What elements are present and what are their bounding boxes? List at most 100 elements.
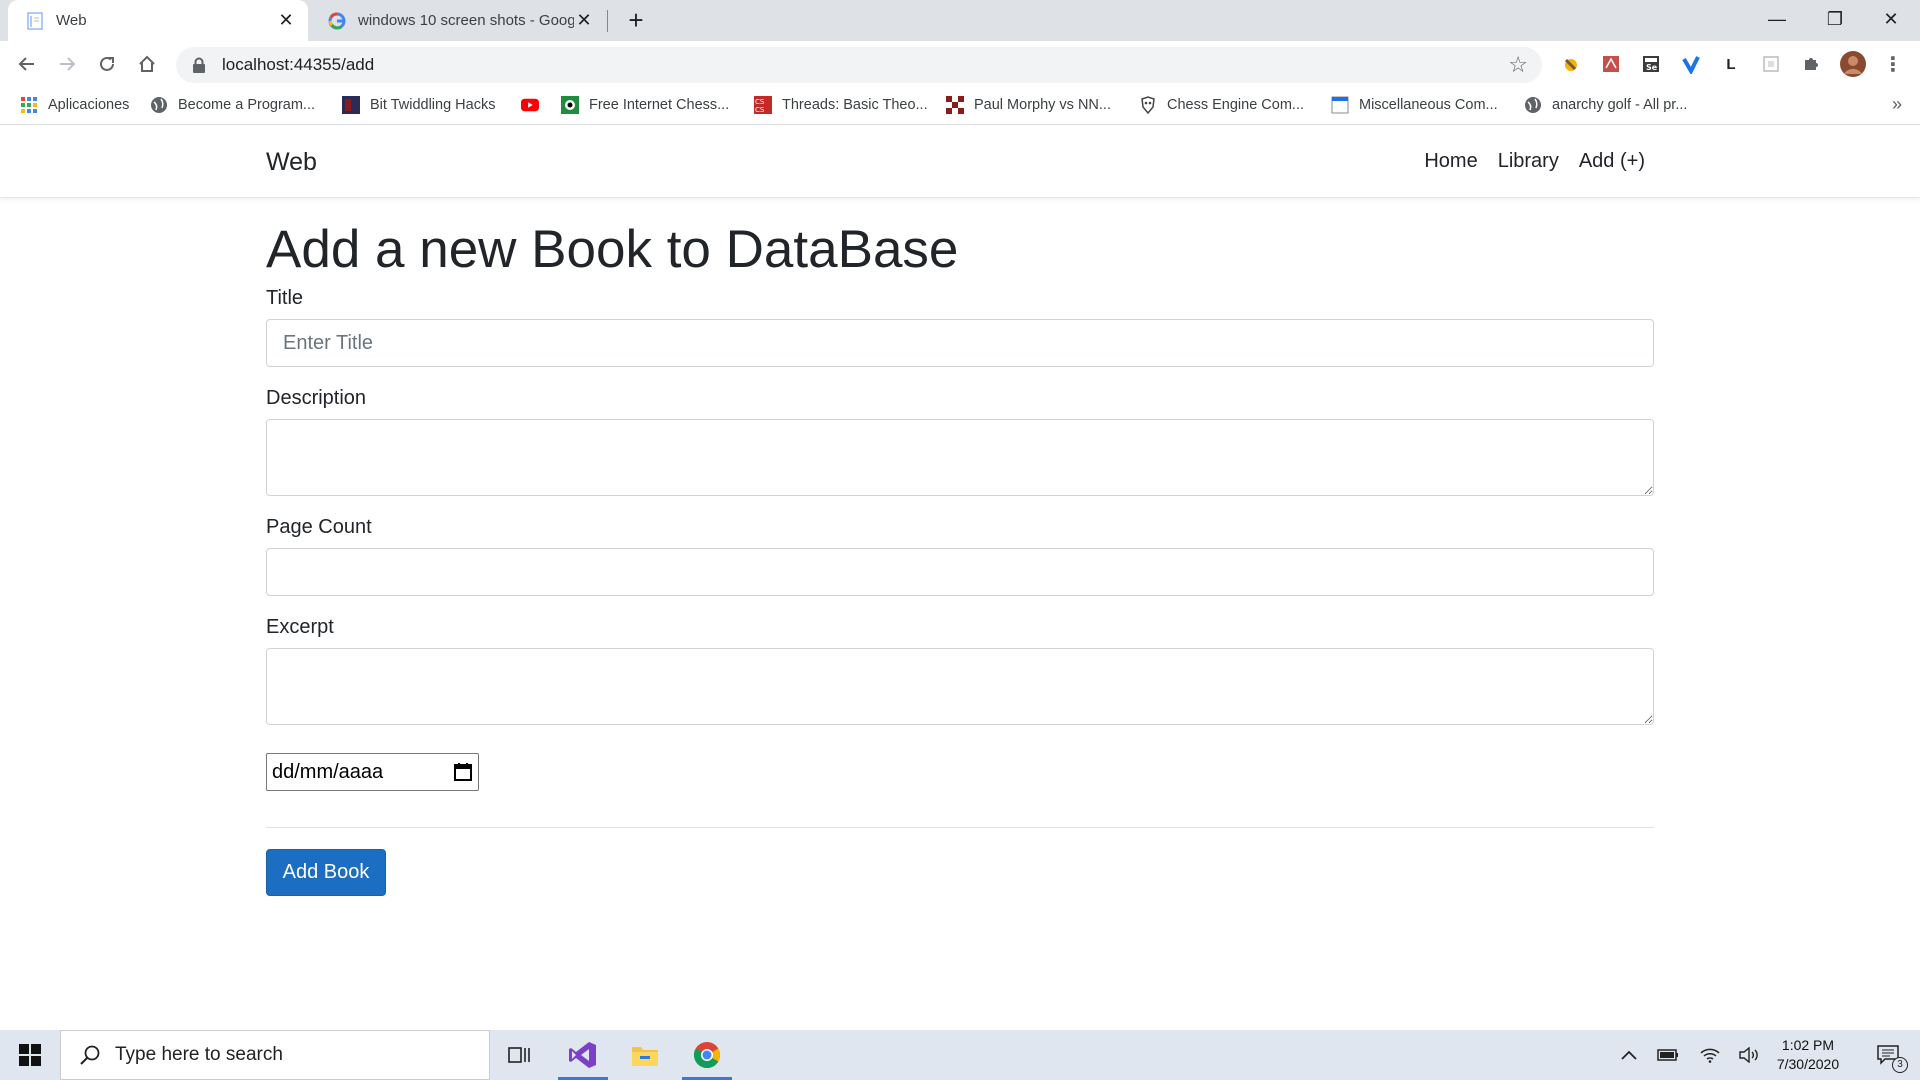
profile-avatar[interactable] [1838, 49, 1868, 79]
visual-studio-icon [569, 1042, 596, 1068]
taskbar-file-explorer[interactable] [616, 1030, 674, 1080]
extension-selenium-icon[interactable]: Se [1638, 51, 1664, 77]
folder-icon [632, 1047, 658, 1066]
bookmark-youtube[interactable] [521, 88, 549, 122]
publish-date-input[interactable]: dd/mm/aaaa [266, 753, 479, 791]
cs-favicon: CS CS [754, 96, 772, 114]
chessboard-icon [946, 96, 964, 114]
volume-icon[interactable] [1737, 1043, 1763, 1067]
bookmark-star-icon[interactable]: ☆ [1508, 54, 1528, 76]
restore-button[interactable]: ❐ [1806, 0, 1864, 38]
bookmark-bit-twiddling[interactable]: Bit Twiddling Hacks [342, 88, 495, 122]
wifi-icon[interactable] [1697, 1043, 1723, 1067]
nav-add-link[interactable]: Add (+) [1579, 150, 1645, 173]
excerpt-label: Excerpt [266, 616, 334, 638]
taskbar-visual-studio[interactable] [554, 1030, 612, 1080]
description-label: Description [266, 387, 367, 409]
back-button[interactable] [12, 49, 42, 79]
minimize-button[interactable]: — [1748, 0, 1806, 38]
bookmark-label: Paul Morphy vs NN... [974, 97, 1111, 113]
bookmarks-overflow-button[interactable]: » [1892, 94, 1902, 115]
menu-dots-icon[interactable]: ⋮ [1880, 51, 1906, 77]
bookmark-apps[interactable]: Aplicaciones [20, 88, 129, 122]
chevron-up-icon[interactable] [1616, 1043, 1642, 1067]
bookmarks-bar: Aplicaciones Become a Program... Bit Twi… [0, 88, 1920, 125]
taskbar-search-box[interactable]: Type here to search [60, 1030, 490, 1080]
title-input[interactable] [266, 319, 1654, 367]
apps-grid-icon [20, 96, 38, 114]
tab-google-search[interactable]: windows 10 screen shots - Googl ✕ [316, 0, 606, 41]
nav-home-link[interactable]: Home [1424, 150, 1477, 173]
bookmark-label: Miscellaneous Com... [1359, 97, 1498, 113]
description-textarea[interactable] [266, 419, 1654, 496]
tab-title: windows 10 screen shots - Googl [358, 12, 574, 29]
extension-brush-icon[interactable] [1558, 51, 1584, 77]
chrome-icon [693, 1042, 721, 1068]
notification-center-button[interactable]: 3 [1868, 1043, 1908, 1073]
bookmark-free-internet-chess[interactable]: Free Internet Chess... [561, 88, 729, 122]
bookmark-label: Aplicaciones [48, 97, 130, 113]
browser-tab-strip: Web ✕ windows 10 screen shots - Googl ✕ … [0, 0, 1920, 41]
close-icon[interactable]: ✕ [276, 10, 296, 31]
task-view-button[interactable] [490, 1030, 548, 1080]
page-favicon [1331, 96, 1349, 114]
taskbar-chrome[interactable] [678, 1030, 736, 1080]
page-icon [26, 11, 44, 30]
close-icon[interactable]: ✕ [574, 10, 594, 31]
engine-favicon [1139, 96, 1157, 114]
bookmark-label: Free Internet Chess... [589, 97, 730, 113]
bookmark-label: anarchy golf - All pr... [1552, 97, 1688, 113]
clock-time: 1:02 PM [1781, 1037, 1835, 1053]
page-count-input[interactable] [266, 548, 1654, 596]
bookmark-label: Chess Engine Com... [1167, 97, 1305, 113]
bookmark-threads[interactable]: CS CS Threads: Basic Theo... [754, 88, 928, 122]
windows-logo-icon [19, 1044, 41, 1066]
search-placeholder: Type here to search [115, 1044, 283, 1065]
extension-pdf-icon[interactable] [1598, 51, 1624, 77]
svg-text:CS: CS [755, 106, 765, 114]
arrow-left-icon [18, 57, 34, 71]
reload-icon [100, 56, 114, 71]
address-bar[interactable]: localhost:44355/add ☆ [176, 47, 1542, 83]
chess-server-icon [561, 96, 579, 114]
search-icon [80, 1045, 100, 1065]
forward-button[interactable] [52, 49, 82, 79]
bookmark-miscellaneous[interactable]: Miscellaneous Com... [1331, 88, 1498, 122]
add-book-button[interactable]: Add Book [266, 849, 386, 896]
close-window-button[interactable]: ✕ [1862, 0, 1920, 38]
google-icon [328, 12, 346, 30]
taskbar-clock[interactable]: 1:02 PM 7/30/2020 [1766, 1036, 1850, 1074]
tab-web[interactable]: Web ✕ [8, 0, 308, 41]
extension-l-icon[interactable]: L [1718, 51, 1744, 77]
bookmark-paul-morphy[interactable]: Paul Morphy vs NN... [946, 88, 1111, 122]
bookmark-label: Become a Program... [178, 97, 315, 113]
bookmark-become-programmer[interactable]: Become a Program... [150, 88, 315, 122]
form-divider [266, 827, 1654, 828]
excerpt-textarea[interactable] [266, 648, 1654, 725]
bookmark-chess-engine[interactable]: Chess Engine Com... [1139, 88, 1304, 122]
globe-icon [1524, 96, 1542, 114]
page-title: Add a new Book to DataBase [266, 220, 959, 279]
battery-icon[interactable] [1655, 1043, 1681, 1067]
calendar-icon[interactable] [453, 762, 473, 782]
svg-text:Se: Se [1646, 63, 1658, 72]
bookmark-anarchy-golf[interactable]: anarchy golf - All pr... [1524, 88, 1687, 122]
page-count-group: Page Count [266, 516, 1654, 596]
reload-button[interactable] [92, 49, 122, 79]
nav-library-link[interactable]: Library [1498, 150, 1559, 173]
start-button[interactable] [0, 1030, 60, 1080]
site-nav-links: Home Library Add (+) [1424, 150, 1645, 173]
title-label: Title [266, 287, 304, 309]
extension-box-icon[interactable] [1758, 51, 1784, 77]
notification-badge: 3 [1892, 1057, 1908, 1073]
site-brand[interactable]: Web [266, 148, 317, 177]
extension-vimeo-icon[interactable] [1678, 51, 1704, 77]
clock-date: 7/30/2020 [1776, 1056, 1840, 1072]
home-button[interactable] [132, 49, 162, 79]
url-text: localhost:44355/add [222, 55, 375, 74]
arrow-right-icon [60, 57, 76, 71]
tab-divider [607, 10, 608, 32]
puzzle-icon[interactable] [1798, 51, 1824, 77]
new-tab-button[interactable]: + [622, 7, 650, 35]
bookmark-label: Threads: Basic Theo... [782, 97, 928, 113]
